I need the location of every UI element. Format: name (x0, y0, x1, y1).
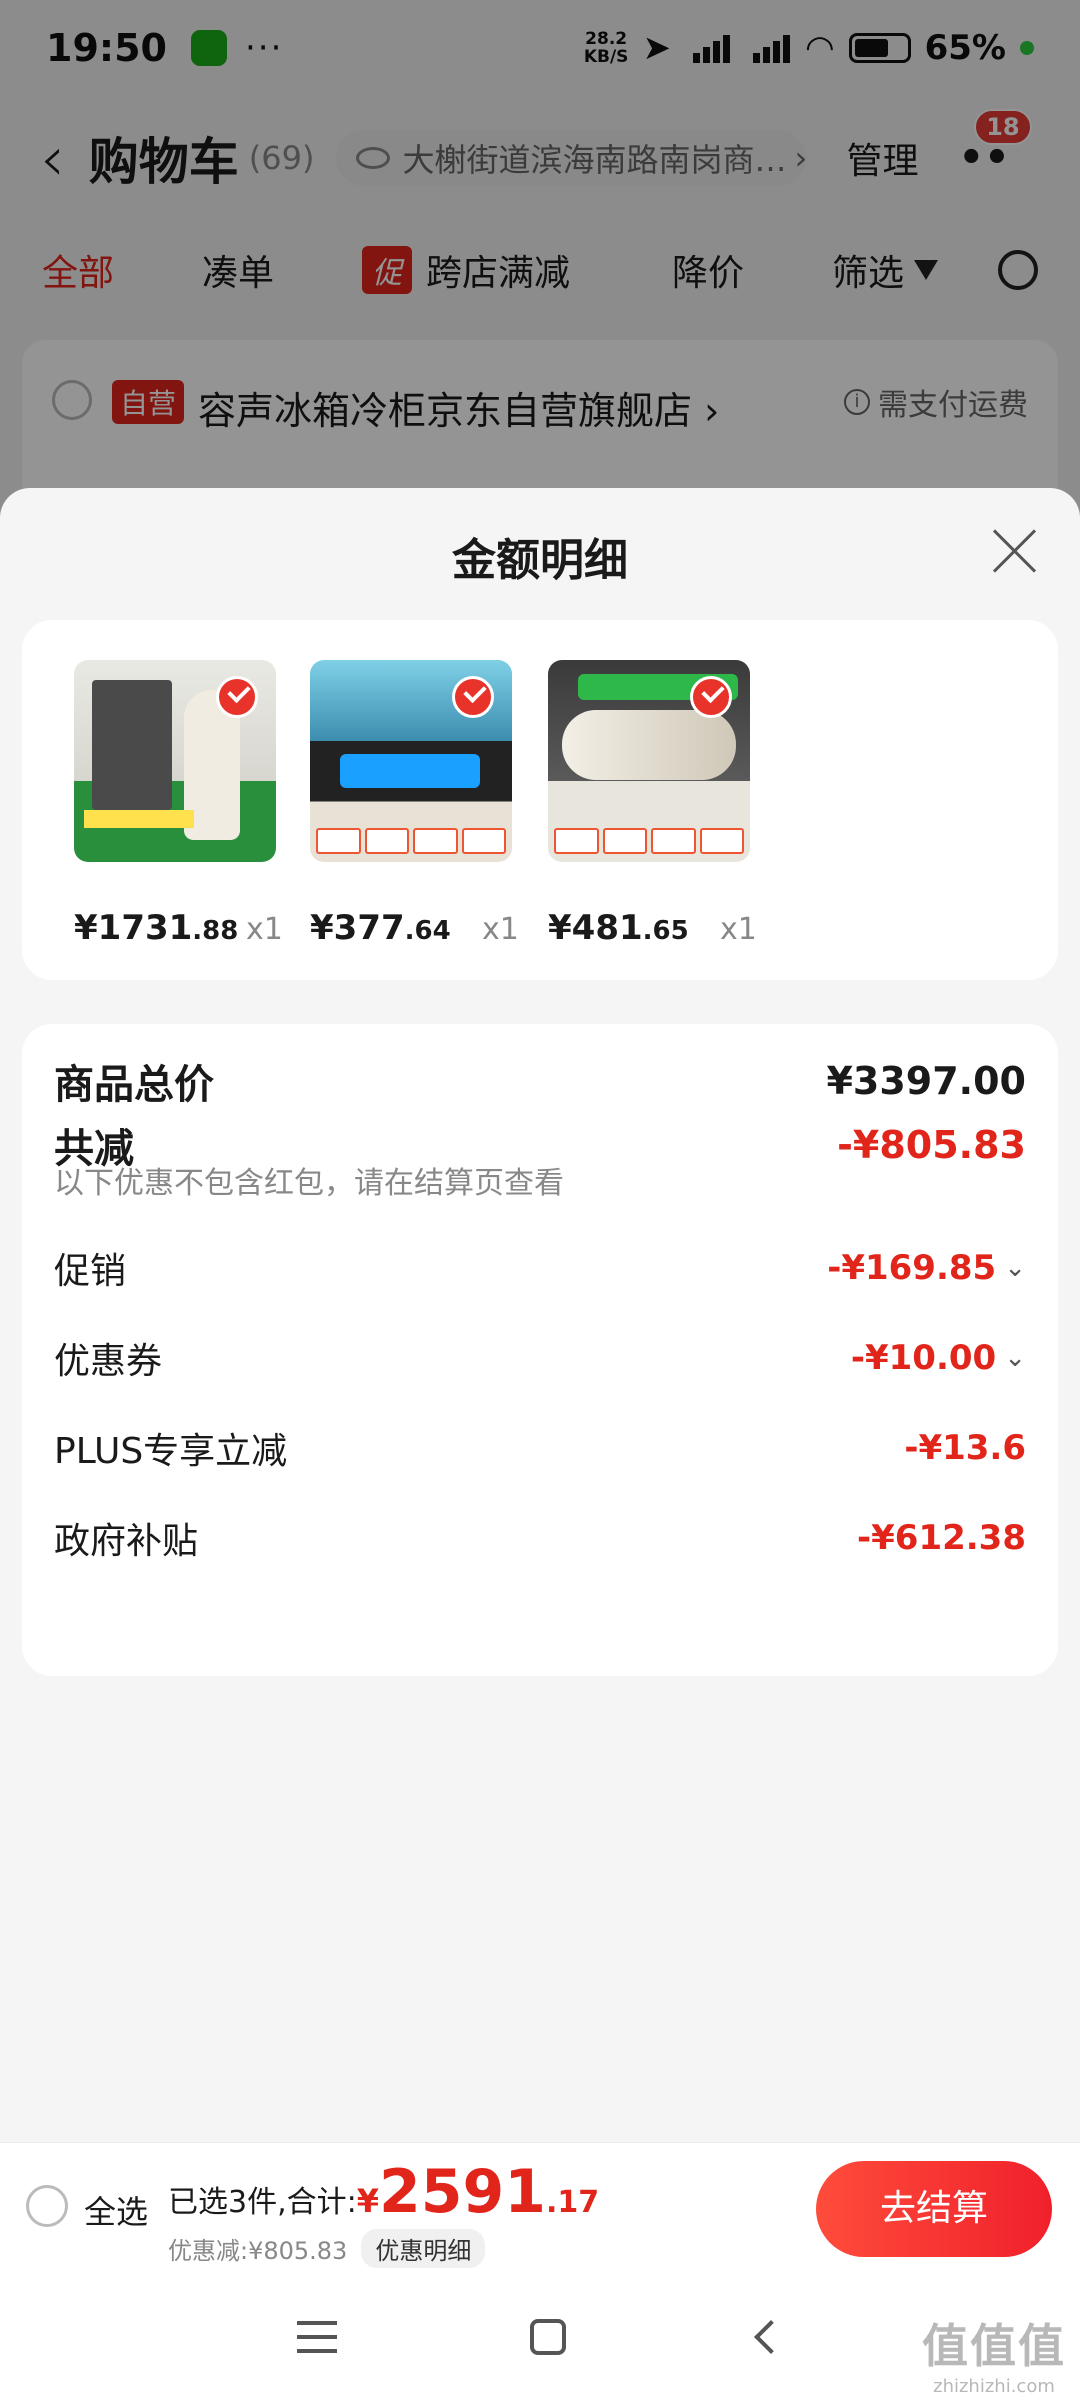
promotion-amount: -¥169.85 (827, 1248, 997, 1288)
total-value: ¥3397.00 (826, 1059, 1026, 1103)
promo-banner-graphic (84, 810, 194, 828)
selected-products: ¥1731.88 x1 ¥377.64 x1 ¥481.65 x1 (22, 620, 1058, 980)
watermark-url: zhizhizhi.com (933, 2376, 1055, 2397)
product-qty: x1 (246, 912, 283, 947)
home-icon[interactable] (529, 2319, 566, 2355)
checked-icon[interactable] (452, 676, 494, 718)
discount-detail-button[interactable]: 优惠明细 (361, 2229, 486, 2268)
total-currency: ¥ (356, 2182, 379, 2220)
stove-graphic (340, 754, 480, 788)
back-nav-icon[interactable] (754, 2320, 789, 2354)
price-int: ¥377 (310, 908, 405, 948)
product-item[interactable]: ¥377.64 x1 (310, 660, 520, 948)
promotion-value: -¥169.85 ⌄ (827, 1248, 1026, 1288)
system-nav-bar (0, 2274, 1080, 2400)
discount-line: 优惠减:¥805.83 优惠明细 (168, 2229, 486, 2268)
product-item[interactable]: ¥1731.88 x1 (74, 660, 284, 948)
total-amount-dec: .17 (546, 2185, 600, 2220)
price-breakdown: 商品总价 ¥3397.00 共减 -¥805.83 以下优惠不包含红包，请在结算… (22, 1024, 1058, 1676)
watermark-logo: 值值值 (922, 2319, 1066, 2373)
checkout-bar: 全选 已选3件,合计: ¥ 2591 .17 优惠减:¥805.83 优惠明细 … (0, 2142, 1080, 2274)
checked-icon[interactable] (690, 676, 732, 718)
price-dec: .65 (642, 916, 689, 946)
product-image (310, 660, 512, 862)
plus-value: -¥13.6 (904, 1428, 1026, 1468)
chevron-down-icon: ⌄ (1004, 1343, 1026, 1373)
total-row: 商品总价 ¥3397.00 (54, 1052, 1026, 1110)
select-all-radio[interactable] (26, 2185, 68, 2227)
coupon-label: 优惠券 (54, 1341, 163, 1382)
product-price: ¥481.65 (548, 908, 689, 948)
discount-text: 优惠减:¥805.83 (168, 2237, 348, 2265)
select-all-label[interactable]: 全选 (84, 2187, 148, 2233)
product-image (548, 660, 750, 862)
price-int: ¥481 (548, 908, 643, 948)
total-summary: 已选3件,合计: ¥ 2591 .17 (168, 2157, 599, 2227)
coupon-row[interactable]: 优惠券 -¥10.00 ⌄ (54, 1332, 1026, 1384)
watermark: 值值值 zhizhizhi.com (922, 2310, 1066, 2397)
total-amount-int: 2591 (379, 2157, 546, 2227)
product-image (74, 660, 276, 862)
plus-row: PLUS专享立减 -¥13.6 (54, 1422, 1026, 1474)
water-heater-graphic (562, 710, 736, 780)
close-icon[interactable] (992, 528, 1038, 574)
plus-label: PLUS专享立减 (54, 1431, 288, 1472)
subsidy-row: 政府补贴 -¥612.38 (54, 1512, 1026, 1564)
tag-strip-graphic (316, 828, 506, 854)
product-price: ¥1731.88 (74, 908, 238, 948)
coupon-value: -¥10.00 ⌄ (851, 1338, 1026, 1378)
checked-icon[interactable] (216, 676, 258, 718)
recent-apps-icon[interactable] (296, 2321, 337, 2353)
coupon-amount: -¥10.00 (850, 1338, 997, 1378)
subsidy-label: 政府补贴 (54, 1521, 199, 1562)
reduce-note-row: 以下优惠不包含红包，请在结算页查看 (54, 1158, 1026, 1202)
product-item[interactable]: ¥481.65 x1 (548, 660, 758, 948)
reduce-note: 以下优惠不包含红包，请在结算页查看 (54, 1166, 564, 1201)
product-price: ¥377.64 (310, 908, 451, 948)
fridge-graphic (92, 680, 172, 810)
promotion-row[interactable]: 促销 -¥169.85 ⌄ (54, 1242, 1026, 1294)
price-int: ¥1731 (74, 908, 193, 948)
product-qty: x1 (720, 912, 757, 947)
product-qty: x1 (482, 912, 519, 947)
total-label: 商品总价 (54, 1062, 214, 1108)
price-dec: .88 (192, 916, 239, 946)
sheet-title: 金额明细 (452, 535, 628, 586)
summary-prefix: 已选3件,合计: (168, 2185, 357, 2220)
amount-detail-sheet: 金额明细 ¥1731.88 x1 ¥377.64 x1 ¥481.65 x1 商… (0, 488, 1080, 2400)
tag-strip-graphic (554, 828, 744, 854)
checkout-button[interactable]: 去结算 (816, 2161, 1052, 2257)
subsidy-value: -¥612.38 (857, 1518, 1026, 1558)
chevron-down-icon: ⌄ (1004, 1253, 1026, 1283)
price-dec: .64 (404, 916, 451, 946)
promotion-label: 促销 (54, 1251, 127, 1292)
